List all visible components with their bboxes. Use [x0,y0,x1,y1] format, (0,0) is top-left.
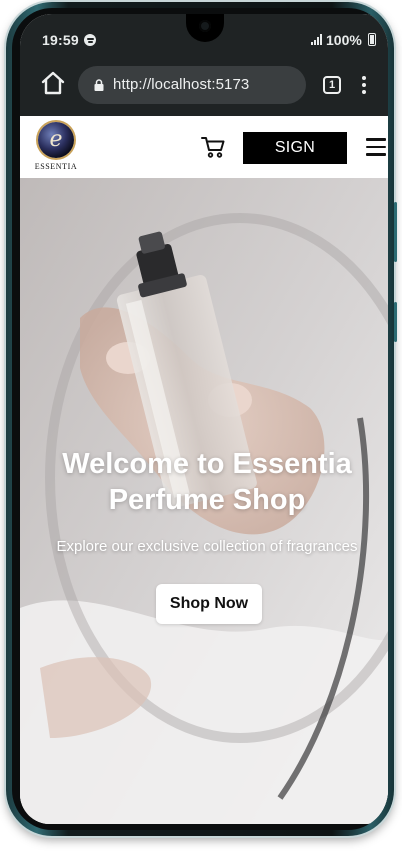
hamburger-icon[interactable] [366,138,386,156]
home-icon[interactable] [40,70,66,96]
address-bar[interactable]: http://localhost:5173 [78,66,306,104]
lock-icon [94,79,104,91]
camera-notch [186,14,224,42]
phone-screen: 19:59 100% http://localhost:5173 1 e ESS… [20,14,388,824]
status-bar: 19:59 100% [20,14,388,54]
logo-letter: e [49,127,63,152]
volume-key [394,202,397,262]
brand-logo[interactable]: e ESSENTIA [30,120,82,174]
sign-button[interactable]: SIGN [243,132,347,164]
power-key [394,302,397,342]
menu-dots-icon[interactable] [362,76,366,94]
tabs-icon[interactable]: 1 [323,76,341,94]
phone-frame: 19:59 100% http://localhost:5173 1 e ESS… [6,2,397,836]
hero-title: Welcome to Essentia Perfume Shop [62,448,352,516]
signal-icon [311,34,323,45]
cart-icon[interactable] [201,136,225,158]
hero-section: Welcome to Essentia Perfume Shop Explore… [20,178,388,824]
spotify-icon [84,34,96,46]
hero-subtitle: Explore our exclusive collection of frag… [56,538,358,555]
url-text: http://localhost:5173 [113,76,250,93]
logo-mark: e [38,122,74,158]
front-camera-icon [199,20,211,32]
browser-toolbar: http://localhost:5173 1 [20,54,388,116]
phone-bezel: 19:59 100% http://localhost:5173 1 e ESS… [12,8,388,830]
shop-now-button[interactable]: Shop Now [156,584,262,624]
battery-icon [368,33,376,46]
battery-percent: 100% [326,32,362,48]
logo-text: ESSENTIA [34,162,78,171]
site-header: e ESSENTIA SIGN [20,116,388,178]
status-time: 19:59 [42,32,79,48]
